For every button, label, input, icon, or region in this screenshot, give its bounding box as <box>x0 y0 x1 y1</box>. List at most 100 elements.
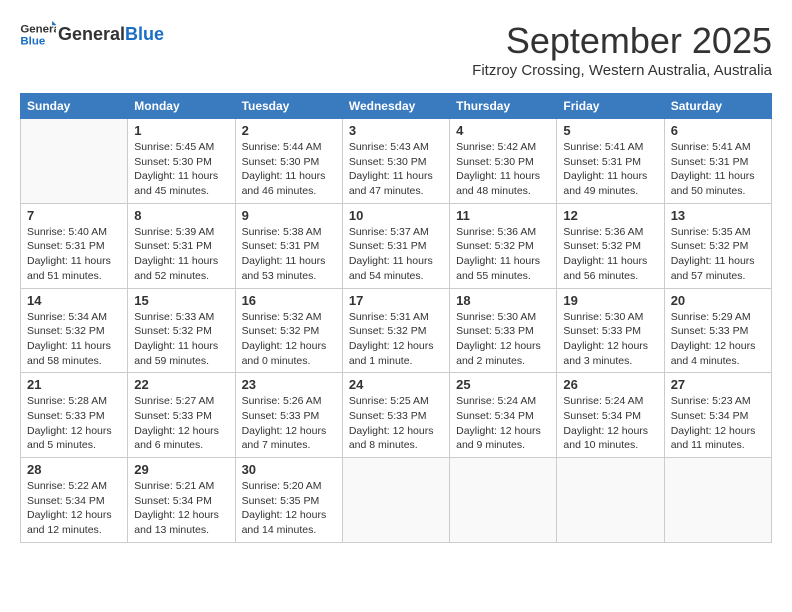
day-info: Sunrise: 5:35 AMSunset: 5:32 PMDaylight:… <box>671 225 765 284</box>
day-number: 21 <box>27 377 121 392</box>
day-number: 25 <box>456 377 550 392</box>
calendar-cell: 23 Sunrise: 5:26 AMSunset: 5:33 PMDayligh… <box>235 373 342 458</box>
calendar-cell <box>342 458 449 543</box>
day-info: Sunrise: 5:41 AMSunset: 5:31 PMDaylight:… <box>671 140 765 199</box>
day-number: 9 <box>242 208 336 223</box>
header-sunday: Sunday <box>21 94 128 119</box>
day-info: Sunrise: 5:24 AMSunset: 5:34 PMDaylight:… <box>456 394 550 453</box>
calendar-week-row: 1 Sunrise: 5:45 AMSunset: 5:30 PMDaylight… <box>21 119 772 204</box>
calendar-week-row: 7 Sunrise: 5:40 AMSunset: 5:31 PMDaylight… <box>21 203 772 288</box>
calendar-cell: 13 Sunrise: 5:35 AMSunset: 5:32 PMDayligh… <box>664 203 771 288</box>
weekday-header-row: Sunday Monday Tuesday Wednesday Thursday… <box>21 94 772 119</box>
day-info: Sunrise: 5:36 AMSunset: 5:32 PMDaylight:… <box>456 225 550 284</box>
calendar-cell: 24 Sunrise: 5:25 AMSunset: 5:33 PMDayligh… <box>342 373 449 458</box>
day-info: Sunrise: 5:37 AMSunset: 5:31 PMDaylight:… <box>349 225 443 284</box>
calendar-cell <box>21 119 128 204</box>
day-info: Sunrise: 5:20 AMSunset: 5:35 PMDaylight:… <box>242 479 336 538</box>
day-number: 12 <box>563 208 657 223</box>
day-info: Sunrise: 5:22 AMSunset: 5:34 PMDaylight:… <box>27 479 121 538</box>
day-number: 7 <box>27 208 121 223</box>
day-info: Sunrise: 5:34 AMSunset: 5:32 PMDaylight:… <box>27 310 121 369</box>
day-number: 27 <box>671 377 765 392</box>
day-number: 13 <box>671 208 765 223</box>
header-saturday: Saturday <box>664 94 771 119</box>
day-number: 4 <box>456 123 550 138</box>
day-info: Sunrise: 5:25 AMSunset: 5:33 PMDaylight:… <box>349 394 443 453</box>
calendar-cell <box>450 458 557 543</box>
day-info: Sunrise: 5:32 AMSunset: 5:32 PMDaylight:… <box>242 310 336 369</box>
day-number: 5 <box>563 123 657 138</box>
calendar-cell: 2 Sunrise: 5:44 AMSunset: 5:30 PMDaylight… <box>235 119 342 204</box>
calendar-cell: 16 Sunrise: 5:32 AMSunset: 5:32 PMDayligh… <box>235 288 342 373</box>
day-number: 3 <box>349 123 443 138</box>
day-info: Sunrise: 5:26 AMSunset: 5:33 PMDaylight:… <box>242 394 336 453</box>
calendar-cell <box>664 458 771 543</box>
calendar-cell: 12 Sunrise: 5:36 AMSunset: 5:32 PMDayligh… <box>557 203 664 288</box>
day-number: 28 <box>27 462 121 477</box>
calendar-table: Sunday Monday Tuesday Wednesday Thursday… <box>20 93 772 543</box>
title-block: September 2025 Fitzroy Crossing, Western… <box>472 20 772 89</box>
day-number: 22 <box>134 377 228 392</box>
day-number: 30 <box>242 462 336 477</box>
logo: General Blue GeneralBlue <box>20 20 164 50</box>
day-info: Sunrise: 5:33 AMSunset: 5:32 PMDaylight:… <box>134 310 228 369</box>
page-container: General Blue GeneralBlue September 2025 … <box>20 20 772 543</box>
subtitle: Fitzroy Crossing, Western Australia, Aus… <box>472 62 772 79</box>
calendar-cell: 5Sunrise: 5:41 AMSunset: 5:31 PMDaylight… <box>557 119 664 204</box>
day-number: 18 <box>456 293 550 308</box>
day-info: Sunrise: 5:39 AMSunset: 5:31 PMDaylight:… <box>134 225 228 284</box>
calendar-cell: 9 Sunrise: 5:38 AMSunset: 5:31 PMDaylight… <box>235 203 342 288</box>
header-thursday: Thursday <box>450 94 557 119</box>
day-number: 1 <box>134 123 228 138</box>
calendar-cell: 3Sunrise: 5:43 AMSunset: 5:30 PMDaylight… <box>342 119 449 204</box>
day-number: 19 <box>563 293 657 308</box>
day-number: 29 <box>134 462 228 477</box>
day-info: Sunrise: 5:29 AMSunset: 5:33 PMDaylight:… <box>671 310 765 369</box>
calendar-cell: 17Sunrise: 5:31 AMSunset: 5:32 PMDayligh… <box>342 288 449 373</box>
month-title: September 2025 <box>472 20 772 62</box>
day-info: Sunrise: 5:44 AMSunset: 5:30 PMDaylight:… <box>242 140 336 199</box>
day-info: Sunrise: 5:31 AMSunset: 5:32 PMDaylight:… <box>349 310 443 369</box>
day-info: Sunrise: 5:24 AMSunset: 5:34 PMDaylight:… <box>563 394 657 453</box>
day-info: Sunrise: 5:45 AMSunset: 5:30 PMDaylight:… <box>134 140 228 199</box>
day-number: 26 <box>563 377 657 392</box>
calendar-cell: 1 Sunrise: 5:45 AMSunset: 5:30 PMDaylight… <box>128 119 235 204</box>
day-number: 15 <box>134 293 228 308</box>
day-info: Sunrise: 5:21 AMSunset: 5:34 PMDaylight:… <box>134 479 228 538</box>
day-info: Sunrise: 5:36 AMSunset: 5:32 PMDaylight:… <box>563 225 657 284</box>
day-info: Sunrise: 5:42 AMSunset: 5:30 PMDaylight:… <box>456 140 550 199</box>
header-friday: Friday <box>557 94 664 119</box>
calendar-cell: 6Sunrise: 5:41 AMSunset: 5:31 PMDaylight… <box>664 119 771 204</box>
calendar-cell: 26 Sunrise: 5:24 AMSunset: 5:34 PMDayligh… <box>557 373 664 458</box>
day-number: 20 <box>671 293 765 308</box>
calendar-cell <box>557 458 664 543</box>
day-info: Sunrise: 5:27 AMSunset: 5:33 PMDaylight:… <box>134 394 228 453</box>
calendar-week-row: 21Sunrise: 5:28 AMSunset: 5:33 PMDayligh… <box>21 373 772 458</box>
day-number: 11 <box>456 208 550 223</box>
calendar-cell: 7 Sunrise: 5:40 AMSunset: 5:31 PMDaylight… <box>21 203 128 288</box>
calendar-cell: 22 Sunrise: 5:27 AMSunset: 5:33 PMDayligh… <box>128 373 235 458</box>
day-number: 8 <box>134 208 228 223</box>
day-info: Sunrise: 5:38 AMSunset: 5:31 PMDaylight:… <box>242 225 336 284</box>
calendar-cell: 10Sunrise: 5:37 AMSunset: 5:31 PMDayligh… <box>342 203 449 288</box>
day-info: Sunrise: 5:40 AMSunset: 5:31 PMDaylight:… <box>27 225 121 284</box>
header-monday: Monday <box>128 94 235 119</box>
svg-text:Blue: Blue <box>20 36 45 48</box>
calendar-cell: 29 Sunrise: 5:21 AMSunset: 5:34 PMDayligh… <box>128 458 235 543</box>
calendar-cell: 21Sunrise: 5:28 AMSunset: 5:33 PMDayligh… <box>21 373 128 458</box>
calendar-cell: 8 Sunrise: 5:39 AMSunset: 5:31 PMDaylight… <box>128 203 235 288</box>
day-number: 24 <box>349 377 443 392</box>
calendar-cell: 25 Sunrise: 5:24 AMSunset: 5:34 PMDayligh… <box>450 373 557 458</box>
day-number: 2 <box>242 123 336 138</box>
logo-blue-text: Blue <box>125 24 164 44</box>
calendar-cell: 4 Sunrise: 5:42 AMSunset: 5:30 PMDaylight… <box>450 119 557 204</box>
logo-icon: General Blue <box>20 20 56 50</box>
day-number: 23 <box>242 377 336 392</box>
calendar-cell: 15 Sunrise: 5:33 AMSunset: 5:32 PMDayligh… <box>128 288 235 373</box>
day-info: Sunrise: 5:30 AMSunset: 5:33 PMDaylight:… <box>456 310 550 369</box>
svg-text:General: General <box>20 23 56 35</box>
day-number: 16 <box>242 293 336 308</box>
calendar-cell: 30 Sunrise: 5:20 AMSunset: 5:35 PMDayligh… <box>235 458 342 543</box>
day-info: Sunrise: 5:23 AMSunset: 5:34 PMDaylight:… <box>671 394 765 453</box>
header: General Blue GeneralBlue September 2025 … <box>20 20 772 89</box>
